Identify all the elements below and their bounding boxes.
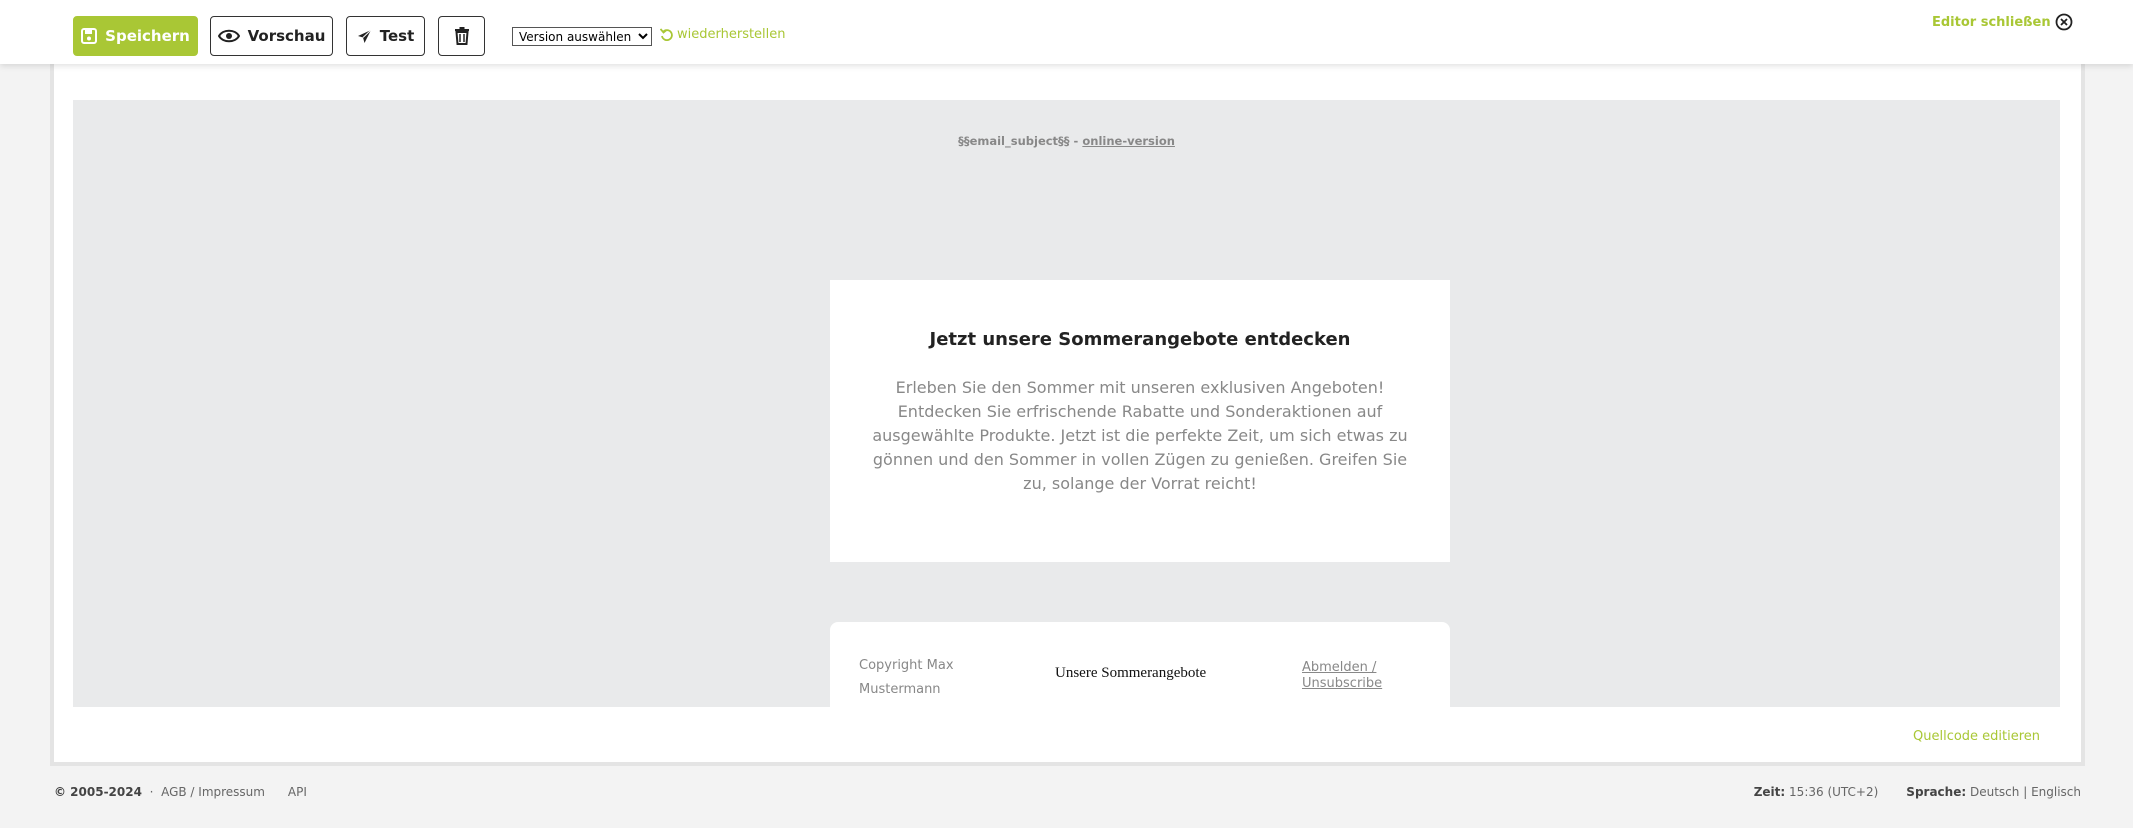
time-label: Zeit: xyxy=(1753,785,1786,799)
edit-source-link[interactable]: Quellcode editieren xyxy=(1913,729,2040,744)
content-block[interactable]: Jetzt unsere Sommerangebote entdecken Er… xyxy=(830,280,1450,562)
online-version-link[interactable]: online-version xyxy=(1082,134,1175,148)
close-editor-link[interactable]: Editor schließen xyxy=(1932,13,2073,31)
unsubscribe-link[interactable]: Abmelden / Unsubscribe xyxy=(1302,660,1402,692)
preview-button[interactable]: Vorschau xyxy=(210,16,333,56)
close-editor-label: Editor schließen xyxy=(1932,14,2051,30)
test-button[interactable]: Test xyxy=(346,16,425,56)
version-select[interactable]: Version auswählen xyxy=(512,27,652,46)
paper-plane-icon xyxy=(357,29,372,44)
save-button[interactable]: Speichern xyxy=(73,16,198,56)
save-button-label: Speichern xyxy=(105,27,190,45)
restore-label: wiederherstellen xyxy=(677,27,786,42)
test-button-label: Test xyxy=(379,27,415,45)
eye-icon xyxy=(217,29,240,43)
email-canvas: §§email_subject§§ - online-version Jetzt… xyxy=(73,100,2060,732)
preview-button-label: Vorschau xyxy=(247,27,326,45)
close-circle-icon xyxy=(2055,13,2073,31)
undo-icon xyxy=(660,28,673,41)
language-label: Sprache: xyxy=(1906,785,1967,799)
footer-copyright: Copyright Max Mustermann xyxy=(859,658,954,697)
email-headline: Jetzt unsere Sommerangebote entdecken xyxy=(929,329,1351,350)
footer-separator: · xyxy=(149,785,154,799)
time-display: Zeit: 15:36 (UTC+2) xyxy=(1754,785,1879,799)
email-footer-block[interactable]: Copyright Max Mustermann Unsere Sommeran… xyxy=(830,622,1450,732)
footer-copyright-years: © 2005-2024 xyxy=(54,785,142,799)
api-link[interactable]: API xyxy=(288,785,307,799)
toolbar: Speichern Vorschau Test Version auswähle… xyxy=(0,0,2133,64)
language-separator: | xyxy=(2023,785,2028,799)
preheader: §§email_subject§§ - online-version xyxy=(73,134,2060,148)
footer-title: Unsere Sommerangebote xyxy=(1055,665,1207,681)
language-de-link[interactable]: Deutsch xyxy=(1970,785,2019,799)
time-value: 15:36 (UTC+2) xyxy=(1789,785,1879,799)
page-footer-left: © 2005-2024 · AGB / Impressum API xyxy=(54,785,307,799)
page-footer-right: Zeit: 15:36 (UTC+2) Sprache: Deutsch | E… xyxy=(1754,785,2081,799)
language-switcher: Sprache: Deutsch | Englisch xyxy=(1906,785,2081,799)
floppy-disk-icon xyxy=(81,28,98,44)
language-en-link[interactable]: Englisch xyxy=(2031,785,2081,799)
email-body-text: Erleben Sie den Sommer mit unseren exklu… xyxy=(872,378,1408,493)
agb-impressum-link[interactable]: AGB / Impressum xyxy=(161,785,265,799)
restore-link[interactable]: wiederherstellen xyxy=(660,27,786,42)
trash-icon xyxy=(454,27,470,45)
delete-button[interactable] xyxy=(438,16,485,56)
preheader-subject: §§email_subject§§ - xyxy=(958,134,1079,148)
